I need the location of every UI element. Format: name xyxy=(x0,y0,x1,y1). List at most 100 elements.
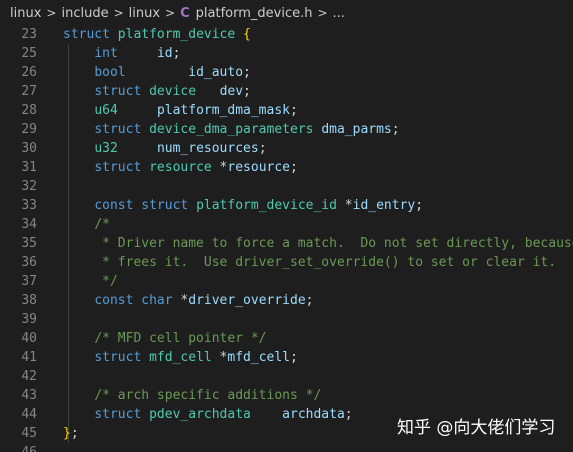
code-text[interactable]: u32 num_resources; xyxy=(63,139,267,158)
code-line[interactable]: 23 struct platform_device { xyxy=(0,25,573,44)
breadcrumb-item-include[interactable]: include xyxy=(61,6,108,21)
code-line[interactable]: 38 const char *driver_override; xyxy=(0,291,573,310)
code-line[interactable]: 46 xyxy=(0,443,573,452)
code-text[interactable]: int id; xyxy=(63,44,180,63)
code-text[interactable]: struct pdev_archdata archdata; xyxy=(63,405,352,424)
code-line[interactable]: 36 * frees it. Use driver_set_override()… xyxy=(0,253,573,272)
line-number: 41 xyxy=(21,350,37,365)
code-token: device_dma_parameters xyxy=(149,122,314,137)
c-file-icon: C xyxy=(180,5,190,21)
code-token: resource xyxy=(149,160,212,175)
code-line[interactable]: 32 xyxy=(0,177,573,196)
code-text[interactable]: struct device_dma_parameters dma_parms; xyxy=(63,120,400,139)
code-token: struct xyxy=(94,407,142,422)
code-token: dma_parms xyxy=(321,122,392,137)
code-token: * xyxy=(211,350,228,365)
code-token: struct xyxy=(94,84,142,99)
code-token: platform_dma_mask xyxy=(156,103,290,118)
code-line[interactable]: 43 /* arch specific additions */ xyxy=(0,386,573,405)
breadcrumb-file-name[interactable]: platform_device.h xyxy=(196,6,313,21)
code-text[interactable]: * frees it. Use driver_set_override() to… xyxy=(63,253,556,272)
code-editor[interactable]: linux > include > linux > C platform_dev… xyxy=(0,0,573,452)
line-number: 32 xyxy=(21,179,37,194)
line-number: 39 xyxy=(21,312,37,327)
code-token: u32 xyxy=(94,141,118,156)
line-number: 44 xyxy=(21,407,37,422)
code-text[interactable]: const struct platform_device_id *id_entr… xyxy=(63,196,423,215)
code-line[interactable]: 30 u32 num_resources; xyxy=(0,139,573,158)
code-text[interactable]: * Driver name to force a match. Do not s… xyxy=(63,234,573,253)
code-line[interactable]: 33 const struct platform_device_id *id_e… xyxy=(0,196,573,215)
code-token: { xyxy=(243,27,251,42)
code-text[interactable]: struct device dev; xyxy=(63,82,251,101)
code-line[interactable]: 35 * Driver name to force a match. Do no… xyxy=(0,234,573,253)
code-line[interactable]: 40 /* MFD cell pointer */ xyxy=(0,329,573,348)
code-token: * frees it. Use driver_set_override() to… xyxy=(94,255,557,270)
code-token: /* MFD cell pointer */ xyxy=(94,331,267,346)
code-line[interactable]: 39 xyxy=(0,310,573,329)
code-text[interactable]: /* xyxy=(63,215,110,234)
code-token: id_auto xyxy=(188,65,244,80)
code-token: ; xyxy=(243,84,251,99)
code-token: const xyxy=(94,198,134,213)
breadcrumb-item-linux[interactable]: linux xyxy=(10,6,41,21)
chevron-right-icon: > xyxy=(113,6,124,20)
code-text[interactable]: struct mfd_cell *mfd_cell; xyxy=(63,348,298,367)
breadcrumb: linux > include > linux > C platform_dev… xyxy=(0,0,573,26)
code-area[interactable]: 23 struct platform_device {25 int id; 26 b… xyxy=(0,25,573,452)
code-line[interactable]: 42 xyxy=(0,367,573,386)
code-line[interactable]: 37 */ xyxy=(0,272,573,291)
code-text[interactable]: struct platform_device { xyxy=(63,25,251,44)
code-line[interactable]: 31 struct resource *resource; xyxy=(0,158,573,177)
code-line[interactable]: 27 struct device dev; xyxy=(0,82,573,101)
code-token: u64 xyxy=(94,103,118,118)
breadcrumb-item-linux-sub[interactable]: linux xyxy=(129,6,160,21)
line-number: 25 xyxy=(21,46,37,61)
code-token: archdata xyxy=(282,407,345,422)
code-text[interactable]: struct resource *resource; xyxy=(63,158,298,177)
code-line[interactable]: 29 struct device_dma_parameters dma_parm… xyxy=(0,120,573,139)
code-token: int xyxy=(94,46,118,61)
code-line[interactable]: 28 u64 platform_dma_mask; xyxy=(0,101,573,120)
code-token: platform_device_id xyxy=(196,198,337,213)
code-text[interactable]: /* MFD cell pointer */ xyxy=(63,329,267,348)
code-text[interactable]: }; xyxy=(63,424,79,443)
code-token: ; xyxy=(391,122,400,137)
code-text[interactable]: const char *driver_override; xyxy=(63,291,313,310)
code-token: ; xyxy=(258,141,267,156)
code-text[interactable]: /* arch specific additions */ xyxy=(63,386,321,405)
code-line[interactable]: 25 int id; xyxy=(0,44,573,63)
line-number: 35 xyxy=(21,236,37,251)
line-number: 45 xyxy=(21,426,37,441)
code-line[interactable]: 41 struct mfd_cell *mfd_cell; xyxy=(0,348,573,367)
code-token: ; xyxy=(290,160,298,175)
code-token: ; xyxy=(415,198,424,213)
code-text[interactable]: u64 platform_dma_mask; xyxy=(63,101,298,120)
code-token: } xyxy=(63,426,71,441)
code-text[interactable]: */ xyxy=(63,272,118,291)
breadcrumb-more[interactable]: ... xyxy=(333,6,345,21)
line-number: 27 xyxy=(21,84,37,99)
code-token: /* arch specific additions */ xyxy=(94,388,322,403)
line-number: 40 xyxy=(21,331,37,346)
code-line[interactable]: 34 /* xyxy=(0,215,573,234)
code-line[interactable]: 26 bool id_auto; xyxy=(0,63,573,82)
code-text[interactable]: bool id_auto; xyxy=(63,63,251,82)
